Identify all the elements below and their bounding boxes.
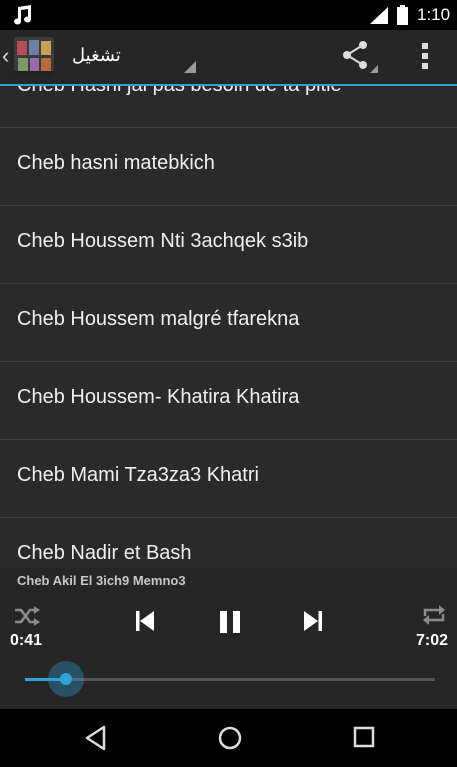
title-spinner[interactable]: تشغيل (62, 32, 196, 80)
list-item[interactable]: Cheb Hasni jai pas besoin de ta pitié (0, 86, 457, 128)
status-time: 1:10 (417, 5, 451, 24)
previous-icon[interactable] (134, 610, 156, 637)
song-title: Cheb hasni matebkich (17, 152, 215, 174)
dropdown-triangle-icon (184, 60, 196, 78)
back-chevron-icon[interactable]: ‹ (2, 43, 9, 69)
list-item[interactable]: Cheb Houssem Nti 3achqek s3ib (0, 206, 457, 284)
app-icon[interactable] (14, 37, 54, 77)
total-time: 7:02 (416, 632, 449, 649)
home-icon[interactable] (217, 725, 243, 756)
song-title: Cheb Hasni jai pas besoin de ta pitié (17, 86, 342, 97)
pause-icon[interactable] (218, 610, 242, 639)
navigation-bar (0, 709, 457, 767)
signal-icon (370, 7, 388, 29)
next-icon[interactable] (302, 610, 324, 637)
song-title: Cheb Houssem Nti 3achqek s3ib (17, 230, 309, 252)
repeat-icon[interactable] (421, 604, 447, 631)
seek-bar[interactable] (25, 661, 435, 697)
song-list[interactable]: Cheb Hasni jai pas besoin de ta pitié Ch… (0, 86, 457, 568)
action-bar: ‹ تشغيل (0, 30, 457, 86)
list-item[interactable]: Cheb Nadir et Bash (0, 518, 457, 568)
list-item[interactable]: Cheb Mami Tza3za3 Khatri (0, 440, 457, 518)
music-note-icon (12, 4, 34, 31)
song-title: Cheb Houssem malgré tfarekna (17, 308, 300, 330)
shuffle-icon[interactable] (14, 606, 40, 631)
list-item[interactable]: Cheb Houssem- Khatira Khatira (0, 362, 457, 440)
now-playing-title: Cheb Akil El 3ich9 Memno3 (17, 573, 186, 588)
status-bar: 1:10 (0, 0, 457, 30)
share-icon[interactable] (342, 41, 378, 78)
elapsed-time: 0:41 (10, 632, 43, 649)
song-title: Cheb Mami Tza3za3 Khatri (17, 464, 259, 486)
overflow-menu-icon[interactable] (420, 42, 430, 75)
back-icon[interactable] (84, 725, 108, 756)
title-spinner-label: تشغيل (72, 45, 121, 65)
recents-icon[interactable] (352, 725, 376, 754)
list-item[interactable]: Cheb hasni matebkich (0, 128, 457, 206)
battery-icon (397, 5, 408, 30)
song-title: Cheb Houssem- Khatira Khatira (17, 386, 300, 408)
song-title: Cheb Nadir et Bash (17, 542, 192, 564)
list-item[interactable]: Cheb Houssem malgré tfarekna (0, 284, 457, 362)
seek-thumb[interactable] (48, 661, 84, 697)
player-controls: Cheb Akil El 3ich9 Memno3 0:41 7:02 (0, 568, 457, 709)
